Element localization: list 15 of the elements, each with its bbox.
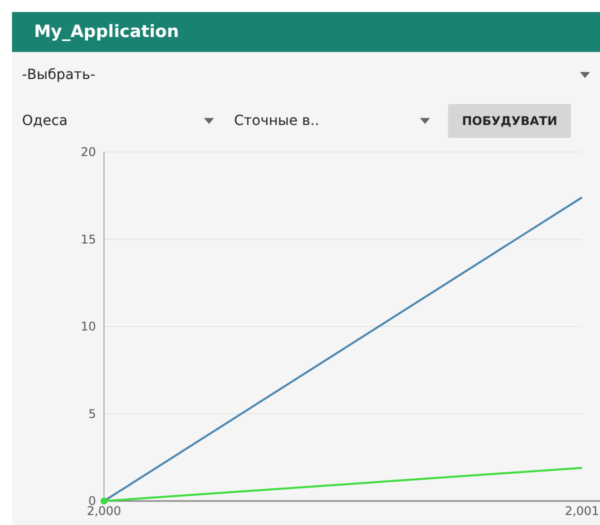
app-title: My_Application — [34, 22, 179, 42]
data-point — [100, 498, 108, 504]
y-tick-label: 5 — [88, 406, 96, 421]
x-tick-label: 2,001 — [564, 504, 600, 517]
dropdown-caret-icon — [420, 118, 430, 124]
y-tick-label: 15 — [80, 232, 96, 246]
x-tick-label: 2,000 — [86, 504, 122, 517]
dropdown[interactable]: Сточные в.. — [224, 113, 440, 129]
dropdown[interactable]: -Выбрать- — [12, 67, 600, 83]
y-tick-label: 10 — [80, 320, 96, 334]
dropdown-caret-icon — [580, 72, 590, 78]
build-button[interactable]: ПОБУДУВАТИ — [448, 104, 572, 138]
dropdown[interactable]: Одеса — [12, 113, 224, 129]
dropdown-caret-icon — [204, 118, 214, 124]
y-tick-label: 20 — [80, 145, 96, 159]
